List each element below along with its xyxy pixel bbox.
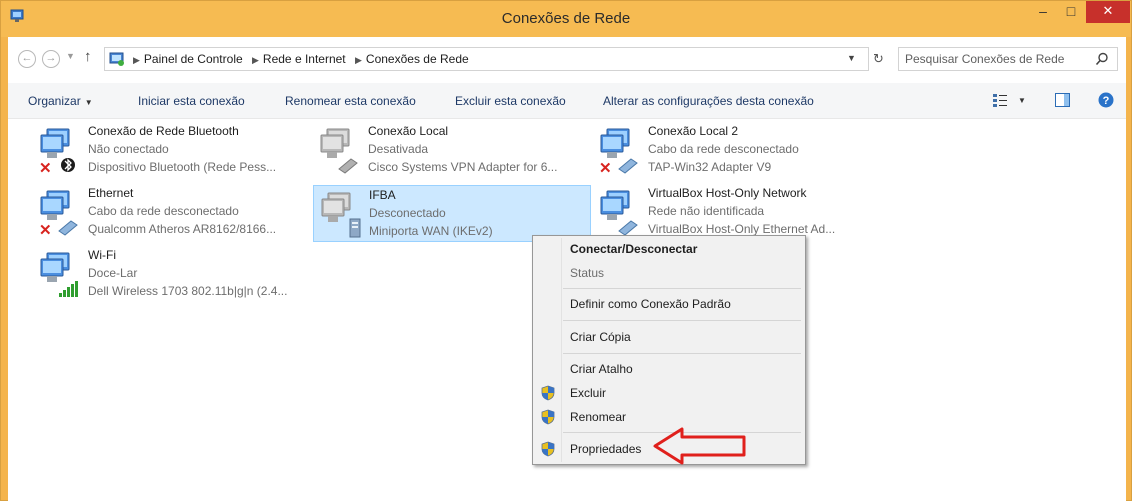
connection-name: Ethernet	[88, 186, 134, 200]
connection-name: IFBA	[369, 188, 396, 202]
delete-connection-button[interactable]: Excluir esta conexão	[455, 94, 566, 108]
up-button[interactable]: ↑	[84, 48, 92, 65]
ethernet-disabled-icon	[320, 128, 358, 174]
address-bar[interactable]: ▶ Painel de Controle ▶ Rede e Internet ▶ Co…	[104, 47, 869, 71]
wan-miniport-icon	[321, 192, 361, 238]
connection-item-ifba[interactable]: IFBA Desconectado Miniporta WAN (IKEv2)	[313, 185, 591, 242]
connection-name: VirtualBox Host-Only Network	[648, 186, 807, 200]
menu-separator	[563, 288, 801, 289]
connection-status: Rede não identificada	[648, 204, 765, 218]
connection-device: Miniporta WAN (IKEv2)	[369, 224, 493, 238]
bluetooth-network-icon: ✕	[39, 128, 75, 175]
breadcrumb-network-internet[interactable]: Rede e Internet	[263, 52, 346, 66]
menu-item-delete[interactable]: Excluir	[535, 382, 803, 404]
menu-item-create-copy[interactable]: Criar Cópia	[535, 326, 803, 348]
organize-button[interactable]: Organizar ▼	[28, 94, 93, 108]
menu-item-rename[interactable]: Renomear	[535, 406, 803, 428]
breadcrumb: ▶ Painel de Controle ▶ Rede e Internet ▶ Co…	[131, 52, 473, 66]
connection-item-virtualbox[interactable]: VirtualBox Host-Only Network Rede não id…	[593, 184, 865, 240]
menu-item-label: Criar Cópia	[570, 330, 631, 344]
connection-item-bluetooth[interactable]: ✕ Conexão de Rede Bluetooth Não conectad…	[33, 122, 305, 178]
menu-item-label: Criar Atalho	[570, 362, 633, 376]
menu-item-connect-disconnect[interactable]: Conectar/Desconectar	[535, 238, 803, 260]
forward-button[interactable]: →	[42, 50, 60, 68]
window: Conexões de Rede – □ ✕ ← → ▼ ↑ ▶ Painel d…	[0, 0, 1132, 501]
ethernet-connected-icon	[600, 190, 638, 236]
uac-shield-icon	[541, 385, 555, 401]
connection-device: Cisco Systems VPN Adapter for 6...	[368, 160, 558, 174]
organize-label: Organizar	[28, 94, 81, 108]
ethernet-unplugged-icon: ✕	[39, 190, 78, 237]
menu-item-label: Definir como Conexão Padrão	[570, 297, 731, 311]
connection-name: Conexão Local	[368, 124, 449, 138]
menu-separator	[563, 320, 801, 321]
red-arrow-icon	[653, 427, 746, 465]
uac-shield-icon	[541, 441, 555, 457]
view-dropdown-icon[interactable]: ▼	[1018, 96, 1026, 105]
connection-status: Cabo da rede desconectado	[648, 142, 799, 156]
connection-status: Desconectado	[369, 206, 446, 220]
wifi-signal-icon	[40, 252, 78, 297]
help-icon[interactable]: ?	[1098, 92, 1114, 108]
menu-item-label: Renomear	[570, 410, 627, 424]
title-bar[interactable]: Conexões de Rede – □ ✕	[1, 1, 1131, 37]
breadcrumb-network-connections[interactable]: Conexões de Rede	[366, 52, 469, 66]
preview-pane-icon[interactable]	[1055, 93, 1070, 107]
breadcrumb-separator-icon: ▶	[133, 55, 140, 65]
search-input[interactable]	[905, 51, 1085, 67]
breadcrumb-separator-icon[interactable]: ▶	[355, 55, 362, 65]
connection-device: Qualcomm Atheros AR8162/8166...	[88, 222, 277, 236]
maximize-button[interactable]: □	[1057, 1, 1085, 23]
menu-item-label: Propriedades	[570, 442, 642, 456]
breadcrumb-separator-icon[interactable]: ▶	[252, 55, 259, 65]
command-bar: Organizar ▼ Iniciar esta conexão Renomear…	[8, 83, 1126, 119]
address-dropdown-icon[interactable]: ▼	[847, 53, 856, 63]
window-title: Conexões de Rede	[501, 10, 631, 27]
menu-item-set-default[interactable]: Definir como Conexão Padrão	[535, 293, 803, 315]
menu-item-label: Excluir	[570, 386, 607, 400]
connection-status: Não conectado	[88, 142, 169, 156]
search-box[interactable]	[898, 47, 1118, 71]
ethernet-unplugged-icon: ✕	[599, 128, 638, 175]
connection-item-local-2[interactable]: ✕ Conexão Local 2 Cabo da rede desconect…	[593, 122, 865, 178]
close-button[interactable]: ✕	[1086, 1, 1130, 23]
menu-item-label: Status	[570, 266, 605, 280]
svg-text:✕: ✕	[39, 222, 52, 237]
connection-device: Dell Wireless 1703 802.11b|g|n (2.4...	[88, 284, 288, 298]
connection-device: Dispositivo Bluetooth (Rede Pess...	[88, 160, 277, 174]
connection-name: Conexão de Rede Bluetooth	[88, 124, 239, 138]
recent-locations-dropdown[interactable]: ▼	[66, 51, 75, 61]
menu-item-create-shortcut[interactable]: Criar Atalho	[535, 358, 803, 380]
menu-separator	[563, 353, 801, 354]
connection-status: Cabo da rede desconectado	[88, 204, 239, 218]
back-button[interactable]: ←	[18, 50, 36, 68]
chevron-down-icon: ▼	[84, 98, 93, 107]
breadcrumb-control-panel[interactable]: Painel de Controle	[144, 52, 243, 66]
control-panel-icon	[109, 52, 124, 66]
menu-item-status[interactable]: Status	[535, 262, 803, 284]
refresh-icon[interactable]: ↻	[873, 51, 884, 67]
svg-text:✕: ✕	[599, 160, 612, 175]
view-options-icon[interactable]	[993, 93, 1007, 107]
connection-item-ethernet[interactable]: ✕ Ethernet Cabo da rede desconectado Qua…	[33, 184, 305, 240]
connection-device: TAP-Win32 Adapter V9	[648, 160, 772, 174]
connection-item-wifi[interactable]: Wi-Fi Doce-Lar Dell Wireless 1703 802.11…	[33, 246, 305, 302]
connection-item-local[interactable]: Conexão Local Desativada Cisco Systems V…	[313, 122, 585, 178]
change-settings-button[interactable]: Alterar as configurações desta conexão	[603, 94, 814, 108]
connection-name: Conexão Local 2	[648, 124, 739, 138]
uac-shield-icon	[541, 409, 555, 425]
search-icon[interactable]	[1095, 52, 1109, 66]
connection-name: Wi-Fi	[88, 248, 116, 262]
connection-device: VirtualBox Host-Only Ethernet Ad...	[648, 222, 836, 236]
connection-status: Desativada	[368, 142, 429, 156]
svg-text:✕: ✕	[39, 160, 52, 175]
svg-text:?: ?	[1103, 95, 1110, 107]
connection-status: Doce-Lar	[88, 266, 138, 280]
rename-connection-button[interactable]: Renomear esta conexão	[285, 94, 416, 108]
menu-item-label: Conectar/Desconectar	[570, 242, 698, 256]
address-row: ← → ▼ ↑ ▶ Painel de Controle ▶ Rede e Inte…	[8, 37, 1126, 77]
minimize-button[interactable]: –	[1029, 1, 1057, 23]
start-connection-button[interactable]: Iniciar esta conexão	[138, 94, 245, 108]
